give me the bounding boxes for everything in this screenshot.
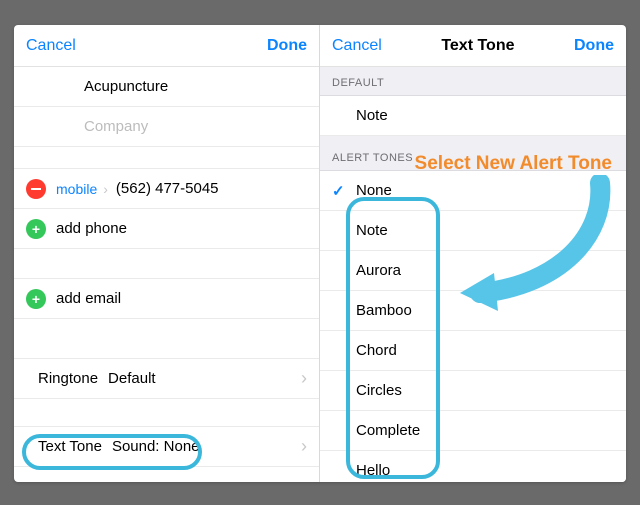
- cancel-button[interactable]: Cancel: [332, 37, 382, 55]
- page-title: Text Tone: [441, 37, 514, 55]
- add-phone-icon[interactable]: [26, 219, 46, 239]
- tone-label: Circles: [356, 382, 402, 399]
- add-email-label: add email: [56, 290, 121, 307]
- cancel-button[interactable]: Cancel: [26, 37, 76, 55]
- tone-row[interactable]: Aurora: [320, 251, 626, 291]
- tone-label: Note: [356, 107, 388, 124]
- section-header-alert: ALERT TONES: [320, 136, 626, 171]
- add-email-icon[interactable]: [26, 289, 46, 309]
- tone-label: Hello: [356, 462, 390, 479]
- tone-label: Bamboo: [356, 302, 412, 319]
- company-field[interactable]: Company: [14, 107, 319, 147]
- contact-edit-pane: Cancel Done Acupuncture Company mobile ›…: [14, 25, 320, 482]
- section-header-default: DEFAULT: [320, 67, 626, 96]
- tone-selected-row[interactable]: None: [320, 171, 626, 211]
- tone-list: Note Aurora Bamboo Chord Circles Complete Hell…: [320, 211, 626, 482]
- phone-type-label[interactable]: mobile: [56, 181, 97, 197]
- texttone-picker-pane: Cancel Text Tone Done DEFAULT Note ALERT…: [320, 25, 626, 482]
- add-phone-label: add phone: [56, 220, 127, 237]
- tone-default-row[interactable]: Note: [320, 96, 626, 136]
- ringtone-row[interactable]: Ringtone Default ›: [14, 359, 319, 399]
- chevron-right-icon: ›: [301, 368, 307, 389]
- ringtone-label: Ringtone: [38, 370, 98, 387]
- tone-label: Chord: [356, 342, 397, 359]
- phone-row[interactable]: mobile › (562) 477-5045: [14, 169, 319, 209]
- company-placeholder: Company: [84, 118, 148, 135]
- done-button[interactable]: Done: [267, 37, 307, 55]
- texttone-label: Text Tone: [38, 438, 102, 455]
- tone-label: Note: [356, 222, 388, 239]
- tone-row[interactable]: Bamboo: [320, 291, 626, 331]
- contact-content: Acupuncture Company mobile › (562) 477-5…: [14, 67, 319, 482]
- chevron-right-icon: ›: [103, 181, 108, 197]
- add-phone-row[interactable]: add phone: [14, 209, 319, 249]
- tone-label: Complete: [356, 422, 420, 439]
- chevron-right-icon: ›: [301, 436, 307, 457]
- texttone-value: Sound: None: [112, 438, 200, 455]
- contact-name-field[interactable]: Acupuncture: [14, 67, 319, 107]
- tone-row[interactable]: Circles: [320, 371, 626, 411]
- add-email-row[interactable]: add email: [14, 279, 319, 319]
- tone-row[interactable]: Chord: [320, 331, 626, 371]
- tone-label: Aurora: [356, 262, 401, 279]
- remove-phone-icon[interactable]: [26, 179, 46, 199]
- tone-row[interactable]: Note: [320, 211, 626, 251]
- tone-row[interactable]: Complete: [320, 411, 626, 451]
- tone-label: None: [356, 182, 392, 199]
- contact-name-value: Acupuncture: [84, 78, 168, 95]
- navbar-left: Cancel Done: [14, 25, 319, 67]
- done-button[interactable]: Done: [574, 37, 614, 55]
- navbar-right: Cancel Text Tone Done: [320, 25, 626, 67]
- texttone-row[interactable]: Text Tone Sound: None ›: [14, 427, 319, 467]
- ringtone-value: Default: [108, 370, 156, 387]
- tone-content: DEFAULT Note ALERT TONES None Note Aurora…: [320, 67, 626, 482]
- phone-number[interactable]: (562) 477-5045: [116, 180, 219, 197]
- tone-row[interactable]: Hello: [320, 451, 626, 482]
